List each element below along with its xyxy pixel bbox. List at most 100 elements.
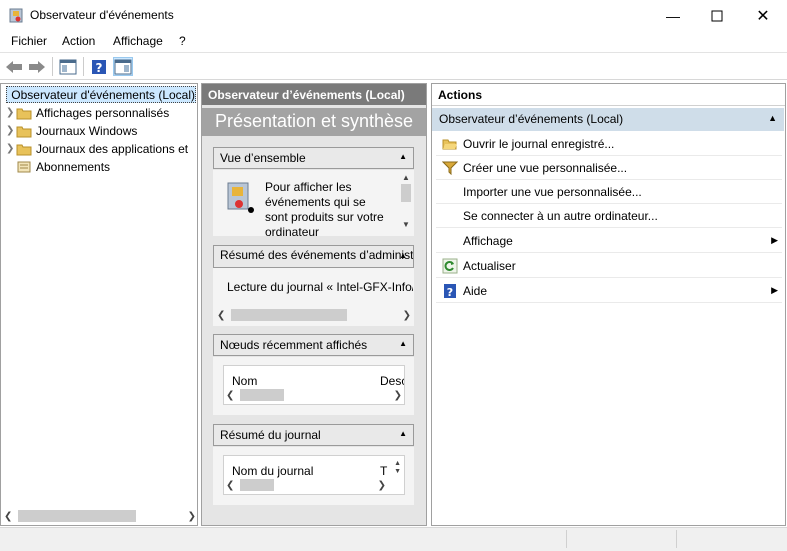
column-header-name[interactable]: Nom (232, 374, 257, 388)
console-tree-icon (59, 59, 77, 74)
minimize-icon: — (666, 7, 680, 24)
window-title: Observateur d'événements (30, 8, 174, 22)
collapse-icon[interactable]: ▲ (399, 429, 407, 438)
collapse-icon[interactable]: ▲ (399, 152, 407, 161)
maximize-button[interactable] (694, 0, 740, 31)
close-icon: ✕ (756, 7, 770, 25)
scroll-left-icon: ❮ (4, 510, 13, 522)
menu-fichier[interactable]: Fichier (11, 34, 47, 48)
submenu-arrow-icon: ▶ (771, 235, 778, 245)
tree-item-subscriptions[interactable]: Abonnements (6, 158, 110, 175)
menu-action[interactable]: Action (62, 34, 95, 48)
scrollbar-thumb[interactable] (231, 309, 348, 321)
section-title: Vue d’ensemble (220, 151, 306, 165)
back-button[interactable] (4, 57, 24, 76)
show-hide-actions-button[interactable] (113, 57, 133, 76)
action-label: Aide (463, 283, 488, 298)
scroll-left-icon: ❮ (217, 309, 226, 321)
menu-help[interactable]: ? (179, 34, 186, 48)
section-admin-summary-body: Lecture du journal « Intel-GFX-Info/... … (213, 268, 414, 326)
admin-summary-line: Lecture du journal « Intel-GFX-Info/... (227, 280, 413, 294)
admin-summary-horizontal-scrollbar[interactable]: ❮ ❯ (217, 308, 411, 322)
maximize-icon (711, 10, 723, 21)
scroll-right-icon: ❯ (187, 510, 196, 522)
section-overview-header[interactable]: Vue d’ensemble ▲ (213, 147, 414, 169)
tree-item-windows-logs[interactable]: ❯ Journaux Windows (6, 122, 137, 139)
tree-item-label: Abonnements (36, 159, 111, 174)
action-label: Se connecter à un autre ordinateur... (463, 208, 658, 223)
action-import-custom-view[interactable]: Importer une vue personnalisée... (436, 180, 782, 204)
section-admin-summary-header[interactable]: Résumé des événements d’administration ▲ (213, 245, 414, 268)
filter-icon (441, 161, 458, 175)
forward-button[interactable] (27, 57, 47, 76)
toolbar-separator (83, 57, 84, 76)
forward-arrow-icon (29, 60, 45, 73)
help-icon: ? (92, 59, 106, 75)
action-connect-computer[interactable]: Se connecter à un autre ordinateur... (436, 204, 782, 228)
tree-item-label: Journaux Windows (36, 123, 138, 138)
scrollbar-thumb[interactable] (240, 389, 285, 401)
tree-item-label: Journaux des applications et (36, 141, 189, 156)
column-header-log-name[interactable]: Nom du journal (232, 464, 313, 478)
status-divider (676, 530, 677, 548)
tree-item-app-logs[interactable]: ❯ Journaux des applications et (6, 140, 196, 157)
folder-icon (16, 144, 32, 155)
action-label: Affichage (463, 233, 513, 248)
scroll-down-icon: ▼ (394, 468, 401, 475)
actions-section-header[interactable]: Observateur d’événements (Local) ▲ (432, 108, 784, 131)
scrollbar-thumb[interactable] (240, 479, 275, 491)
column-header-description[interactable]: Desc (380, 374, 404, 388)
collapse-icon[interactable]: ▲ (768, 113, 777, 123)
scroll-left-icon: ❮ (226, 389, 235, 401)
overview-vertical-scrollbar[interactable]: ▲ ▼ (399, 173, 413, 233)
show-hide-tree-button[interactable] (58, 57, 78, 76)
center-pane-subheader: Présentation et synthèse (202, 108, 426, 136)
close-button[interactable]: ✕ (740, 0, 786, 31)
scroll-right-icon: ❯ (377, 479, 386, 491)
action-pane-icon (114, 59, 132, 74)
scroll-left-icon: ❮ (226, 479, 235, 491)
action-help[interactable]: ? Aide ▶ (436, 279, 782, 303)
help-button[interactable]: ? (89, 57, 109, 76)
scroll-right-icon: ❯ (402, 309, 411, 321)
tree-item-custom-views[interactable]: ❯ Affichages personnalisés (6, 104, 169, 121)
section-log-summary-header[interactable]: Résumé du journal ▲ (213, 424, 414, 446)
action-label: Créer une vue personnalisée... (463, 160, 628, 175)
event-viewer-icon (9, 8, 23, 23)
submenu-arrow-icon: ▶ (771, 285, 778, 295)
collapse-icon[interactable]: ▲ (399, 339, 407, 348)
log-summary-vertical-scrollbar[interactable]: ▲ ▼ (394, 460, 401, 476)
center-pane-header: Observateur d’événements (Local) (202, 84, 426, 105)
action-view[interactable]: Affichage ▶ (436, 229, 782, 253)
tree-item-label: Affichages personnalisés (36, 105, 170, 120)
scrollbar-thumb[interactable] (401, 184, 411, 202)
tree-item-label: Observateur d'événements (Local) (11, 87, 195, 102)
chevron-right-icon: ❯ (6, 125, 15, 136)
column-header-size[interactable]: T (380, 464, 387, 478)
tree-item-root[interactable]: Observateur d'événements (Local) (6, 86, 196, 103)
collapse-icon[interactable]: ▲ (399, 250, 407, 262)
recent-nodes-horizontal-scrollbar[interactable]: ❮ ❯ (226, 388, 402, 402)
section-recent-nodes-header[interactable]: Nœuds récemment affichés ▲ (213, 334, 414, 356)
minimize-button[interactable]: — (650, 0, 696, 31)
action-create-custom-view[interactable]: Créer une vue personnalisée... (436, 156, 782, 180)
action-open-saved-log[interactable]: Ouvrir le journal enregistré... (436, 132, 782, 156)
section-title: Nœuds récemment affichés (220, 338, 368, 352)
event-viewer-large-icon (227, 182, 254, 213)
menu-affichage[interactable]: Affichage (113, 34, 163, 48)
action-label: Ouvrir le journal enregistré... (463, 136, 615, 151)
scrollbar-thumb[interactable] (18, 510, 137, 522)
section-overview-body: Pour afficher les événements qui se sont… (213, 170, 414, 236)
section-log-summary-body: Nom du journal T ▲ ▼ ❮ ❯ (213, 447, 414, 505)
scroll-right-icon: ❯ (393, 389, 402, 401)
tree-horizontal-scrollbar[interactable]: ❮ ❯ (4, 509, 196, 523)
folder-icon (16, 108, 32, 119)
actions-pane-header: Actions (432, 84, 785, 106)
action-refresh[interactable]: Actualiser (436, 254, 782, 278)
actions-section-title: Observateur d’événements (Local) (439, 112, 624, 126)
action-label: Importer une vue personnalisée... (463, 184, 642, 199)
refresh-icon (442, 258, 457, 273)
status-bar (0, 527, 787, 551)
subscriptions-icon (17, 161, 31, 172)
log-summary-horizontal-scrollbar[interactable]: ❮ ❯ (226, 478, 386, 492)
